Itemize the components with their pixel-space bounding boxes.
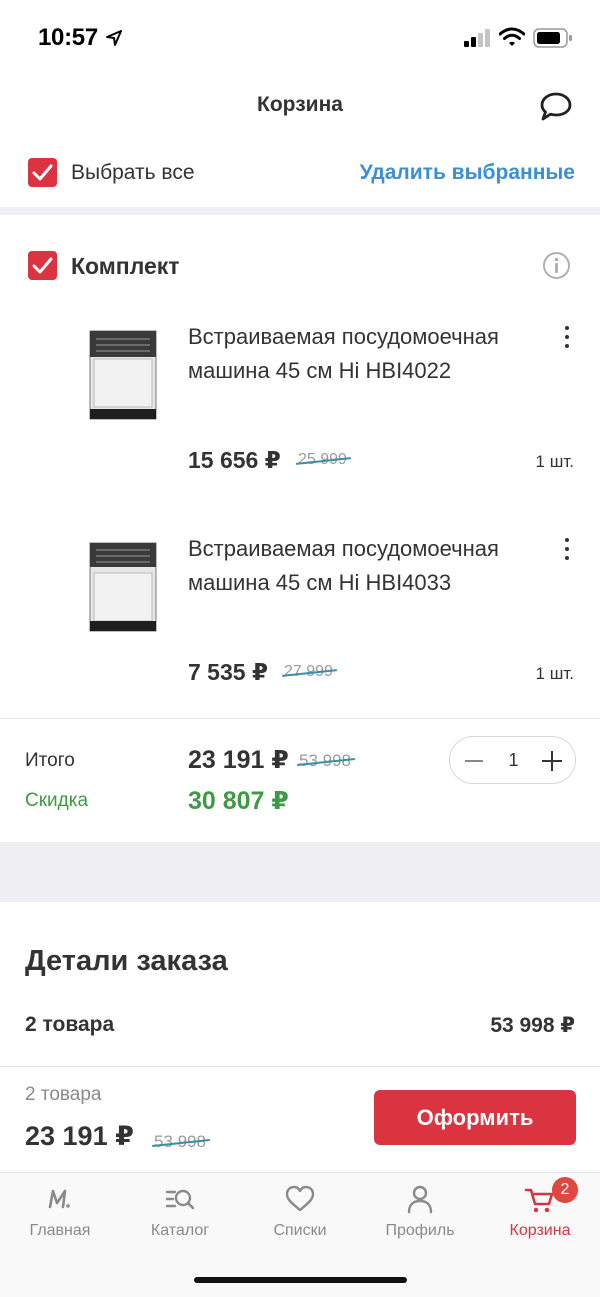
wifi-icon <box>499 27 525 46</box>
order-items-count: 2 товара <box>25 1013 115 1036</box>
check-icon <box>32 164 53 181</box>
cart-badge: 2 <box>552 1177 578 1203</box>
order-items-sum: 53 998 ₽ <box>490 1014 575 1037</box>
battery-icon <box>533 28 572 48</box>
catalog-search-icon <box>165 1189 195 1210</box>
dishwasher-image <box>89 330 157 420</box>
chat-icon[interactable] <box>539 91 573 123</box>
checkout-count: 2 товара <box>25 1084 102 1105</box>
kit-label: Комплект <box>71 253 180 279</box>
more-options-icon[interactable] <box>563 538 571 565</box>
select-all-checkbox[interactable] <box>28 158 57 187</box>
total-label: Итого <box>25 750 75 771</box>
divider <box>0 718 600 719</box>
section-separator <box>0 207 600 215</box>
tab-cart[interactable]: 2 Корзина <box>480 1173 600 1253</box>
kit-item-price: 15 656 ₽ <box>188 447 281 473</box>
profile-icon <box>407 1185 433 1214</box>
checkout-button[interactable]: Оформить <box>374 1090 576 1145</box>
more-options-icon[interactable] <box>563 326 571 353</box>
plus-icon[interactable] <box>542 751 562 771</box>
checkout-price: 23 191 ₽ <box>25 1121 134 1151</box>
divider <box>0 1066 600 1067</box>
tab-label: Профиль <box>385 1222 455 1239</box>
order-details-title: Детали заказа <box>25 945 228 977</box>
tab-profile[interactable]: Профиль <box>360 1173 480 1253</box>
kit-item-old-price: 27 999 <box>282 663 337 681</box>
kit-checkbox[interactable] <box>28 251 57 280</box>
total-price: 23 191 ₽ <box>188 746 289 774</box>
tab-label: Главная <box>29 1222 91 1239</box>
delete-selected-button[interactable]: Удалить выбранные <box>360 161 575 185</box>
kit-item-title[interactable]: Встраиваемая посудомоечная машина 45 см … <box>188 532 518 600</box>
tab-home[interactable]: Главная <box>0 1173 120 1253</box>
status-bar: 10:57 <box>0 0 600 78</box>
kit-item-old-price: 25 999 <box>296 451 351 469</box>
select-all-label[interactable]: Выбрать все <box>71 161 195 185</box>
home-m-icon <box>48 1189 70 1209</box>
tab-label: Каталог <box>150 1222 210 1239</box>
quantity-stepper[interactable]: 1 <box>449 736 576 784</box>
tab-label: Списки <box>273 1222 327 1239</box>
kit-item-price: 7 535 ₽ <box>188 659 268 685</box>
cellular-signal-icon <box>464 29 490 47</box>
kit-item-qty: 1 шт. <box>535 452 574 471</box>
heart-icon <box>285 1185 315 1212</box>
home-indicator <box>194 1277 407 1283</box>
kit-item-title[interactable]: Встраиваемая посудомоечная машина 45 см … <box>188 320 518 388</box>
dishwasher-image <box>89 542 157 632</box>
location-arrow-icon <box>106 30 122 46</box>
info-icon[interactable] <box>542 251 571 280</box>
kit-item-qty: 1 шт. <box>535 664 574 683</box>
status-time: 10:57 <box>38 24 98 51</box>
section-separator <box>0 842 600 902</box>
checkout-old-price: 53 998 <box>152 1132 210 1152</box>
tab-lists[interactable]: Списки <box>240 1173 360 1253</box>
discount-label: Скидка <box>25 790 89 811</box>
page-title: Корзина <box>257 93 343 116</box>
discount-value: 30 807 ₽ <box>188 787 289 815</box>
check-icon <box>32 257 53 274</box>
tab-catalog[interactable]: Каталог <box>120 1173 240 1253</box>
tab-label: Корзина <box>509 1222 571 1239</box>
total-old-price: 53 998 <box>297 751 355 771</box>
